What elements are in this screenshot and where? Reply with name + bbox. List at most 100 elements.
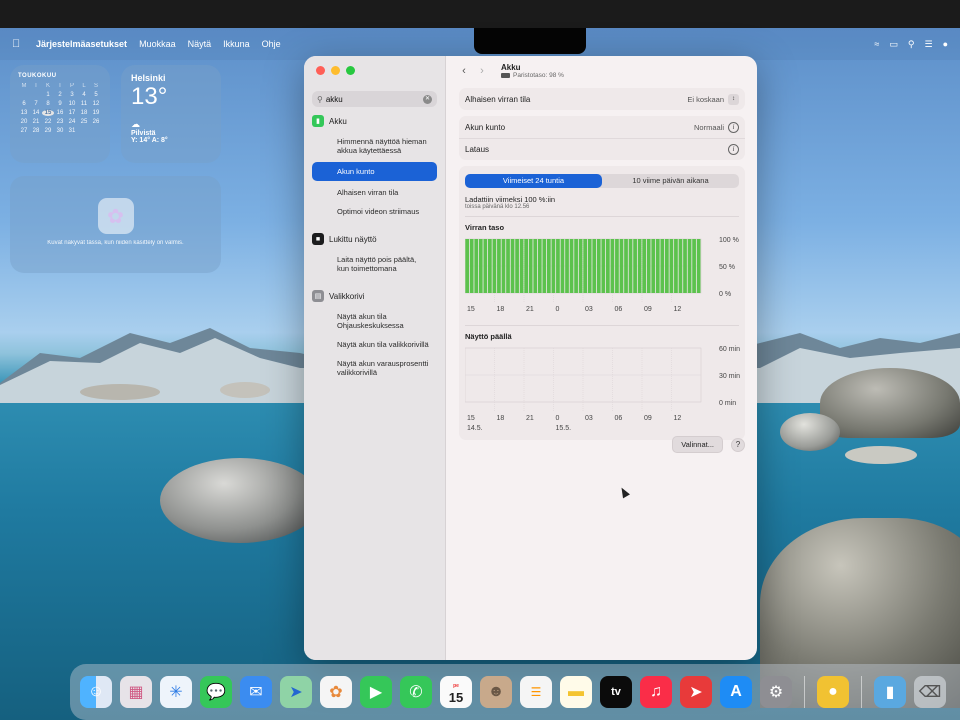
app-store-icon[interactable]: A	[720, 676, 752, 708]
contacts-icon[interactable]: ☻	[480, 676, 512, 708]
safari-icon[interactable]: ✳	[160, 676, 192, 708]
sidebar-item-menubar-status[interactable]: Näytä akun tila valikkorivillä	[312, 337, 437, 352]
sidebar-item-battery-health[interactable]: Akun kunto	[312, 162, 437, 181]
search-input[interactable]	[325, 94, 422, 104]
calendar-day: 23	[56, 119, 64, 125]
launchpad-icon[interactable]: ▦	[120, 676, 152, 708]
calendar-app-icon[interactable]: pe 15	[440, 676, 472, 708]
chart-bar	[542, 239, 547, 293]
messages-icon[interactable]: 💬	[200, 676, 232, 708]
calendar-weekday: L	[82, 83, 86, 89]
info-icon[interactable]: i	[728, 121, 739, 133]
menu-window[interactable]: Ikkuna	[223, 39, 250, 49]
sidebar-section-akku[interactable]: ▮ Akku	[312, 115, 437, 127]
sidebar-item-optimize-video[interactable]: Optimoi videon striimaus	[312, 204, 437, 219]
chart-bar	[651, 239, 656, 293]
control-center-icon[interactable]: ☰	[924, 39, 932, 50]
notes-icon[interactable]: ▬	[560, 676, 592, 708]
sidebar-item-dim-display[interactable]: Himmennä näyttöä hieman akkua käytettäes…	[312, 134, 437, 158]
help-button[interactable]: ?	[731, 437, 745, 452]
settings-main-pane: ‹ › Akku Paristotaso: 98 % Alhaisen virr…	[447, 56, 757, 660]
sidebar-item-display-off[interactable]: Laita näyttö pois päältä, kun toimettoma…	[312, 252, 437, 276]
chart-bar	[646, 239, 651, 293]
mail-icon[interactable]: ✉	[240, 676, 272, 708]
photos-widget[interactable]: ✿ Kuvat näkyvät tässä, kun niiden käsitt…	[10, 176, 221, 273]
sidebar-item-control-center[interactable]: Näytä akun tila Ohjauskeskuksessa	[312, 309, 437, 333]
music-icon[interactable]: ♫	[640, 676, 672, 708]
sidebar-section-lock-screen[interactable]: ■ Lukittu näyttö	[312, 233, 437, 245]
menu-view[interactable]: Näytä	[188, 39, 212, 49]
minimize-window-icon[interactable]	[331, 66, 340, 75]
phone-icon[interactable]: ✆	[400, 676, 432, 708]
options-button[interactable]: Valinnat...	[672, 436, 723, 453]
wifi-icon[interactable]: ≈	[874, 39, 879, 49]
x-tick-label: 21	[526, 415, 534, 422]
lock-screen-icon: ■	[312, 233, 324, 245]
trash-icon[interactable]: ⌫	[914, 676, 946, 708]
photos-message: Kuvat näkyvät tässä, kun niiden käsittel…	[47, 240, 184, 246]
calendar-widget[interactable]: TOUKOKUU M T K T P L S 1 2 3 4 5 6 7 8 9 10 11 12 13 14 15 16 1…	[10, 65, 110, 163]
clear-search-icon[interactable]: ✕	[423, 94, 432, 104]
facetime-icon[interactable]: ▶	[360, 676, 392, 708]
system-settings-icon[interactable]: ⚙	[760, 676, 792, 708]
reminders-icon[interactable]: ☰	[520, 676, 552, 708]
siri-icon[interactable]: ●	[943, 39, 948, 49]
charging-label: Lataus	[465, 145, 490, 154]
menu-help[interactable]: Ohje	[262, 39, 281, 49]
weather-condition: Pilvistä	[131, 130, 156, 137]
rocket-app-icon[interactable]: ➤	[680, 676, 712, 708]
sidebar-item-menubar-percent[interactable]: Näytä akun varausprosentti valikkorivill…	[312, 356, 437, 380]
apple-menu-icon[interactable]: 	[12, 38, 22, 50]
battery-status-icon[interactable]: ▭	[889, 39, 898, 50]
battery-icon: ▮	[312, 115, 324, 127]
maps-icon[interactable]: ➤	[280, 676, 312, 708]
back-icon[interactable]: ‹	[455, 65, 473, 77]
camera-notch	[474, 28, 586, 54]
low-power-label: Alhaisen virran tila	[465, 94, 531, 104]
zoom-window-icon[interactable]	[346, 66, 355, 75]
divider	[465, 216, 739, 217]
calendar-day: 8	[46, 101, 50, 107]
chart-bar	[660, 239, 665, 293]
screen-on-chart-svg: 60 min 30 min 0 min 15 18 21 0 03 06 09 12 14.5. 15.…	[465, 346, 740, 430]
chart-bar	[465, 239, 470, 293]
page-title: Akku	[501, 63, 521, 72]
finder-icon[interactable]: ☺	[80, 676, 112, 708]
chart-bar	[592, 239, 597, 293]
close-window-icon[interactable]	[316, 66, 325, 75]
sidebar-item-low-power[interactable]: Alhaisen virran tila	[312, 185, 437, 200]
x-tick-label: 06	[615, 306, 623, 313]
menu-edit[interactable]: Muokkaa	[139, 39, 176, 49]
sidebar-search[interactable]: ⚲ ✕	[312, 91, 437, 107]
folder-icon[interactable]: ▮	[874, 676, 906, 708]
x-tick-label: 18	[497, 415, 505, 422]
x-tick-label: 0	[556, 306, 560, 313]
battery-health-row: Akun kunto Normaali i	[459, 116, 745, 138]
weather-widget[interactable]: Helsinki 13° ☁ Pilvistä Y: 14° A: 8°	[121, 65, 221, 163]
calendar-weekday: P	[69, 83, 74, 89]
chart-bar	[692, 239, 696, 293]
tips-icon[interactable]: ●	[817, 676, 849, 708]
photos-icon[interactable]: ✿	[320, 676, 352, 708]
forward-icon[interactable]: ›	[473, 65, 491, 77]
info-icon[interactable]: i	[728, 144, 739, 155]
tv-icon[interactable]: tv	[600, 676, 632, 708]
cloud-icon: ☁	[131, 119, 140, 129]
sidebar-section-label: Lukittu näyttö	[329, 234, 377, 244]
toolbar: ‹ › Akku Paristotaso: 98 %	[447, 56, 757, 86]
sidebar-section-menubar[interactable]: ▤ Valikkorivi	[312, 290, 437, 302]
period-segmented-control: Viimeiset 24 tuntia 10 viime päivän aika…	[465, 174, 739, 188]
calendar-day: 21	[32, 119, 40, 125]
chart-bar	[569, 239, 574, 293]
low-power-select[interactable]: Ei koskaan ↕	[687, 93, 739, 105]
x-date-label: 15.5.	[556, 425, 572, 430]
menu-app-name[interactable]: Järjestelmäasetukset	[36, 39, 127, 49]
x-tick-label: 03	[585, 415, 593, 422]
footer-buttons: Valinnat... ?	[672, 436, 745, 453]
tab-last-24-hours[interactable]: Viimeiset 24 tuntia	[465, 174, 602, 188]
chart-bar	[533, 239, 538, 293]
x-tick-label: 18	[497, 306, 505, 313]
tab-last-10-days[interactable]: 10 viime päivän aikana	[602, 174, 739, 188]
x-tick-label: 06	[615, 415, 623, 422]
search-icon[interactable]: ⚲	[908, 39, 915, 50]
